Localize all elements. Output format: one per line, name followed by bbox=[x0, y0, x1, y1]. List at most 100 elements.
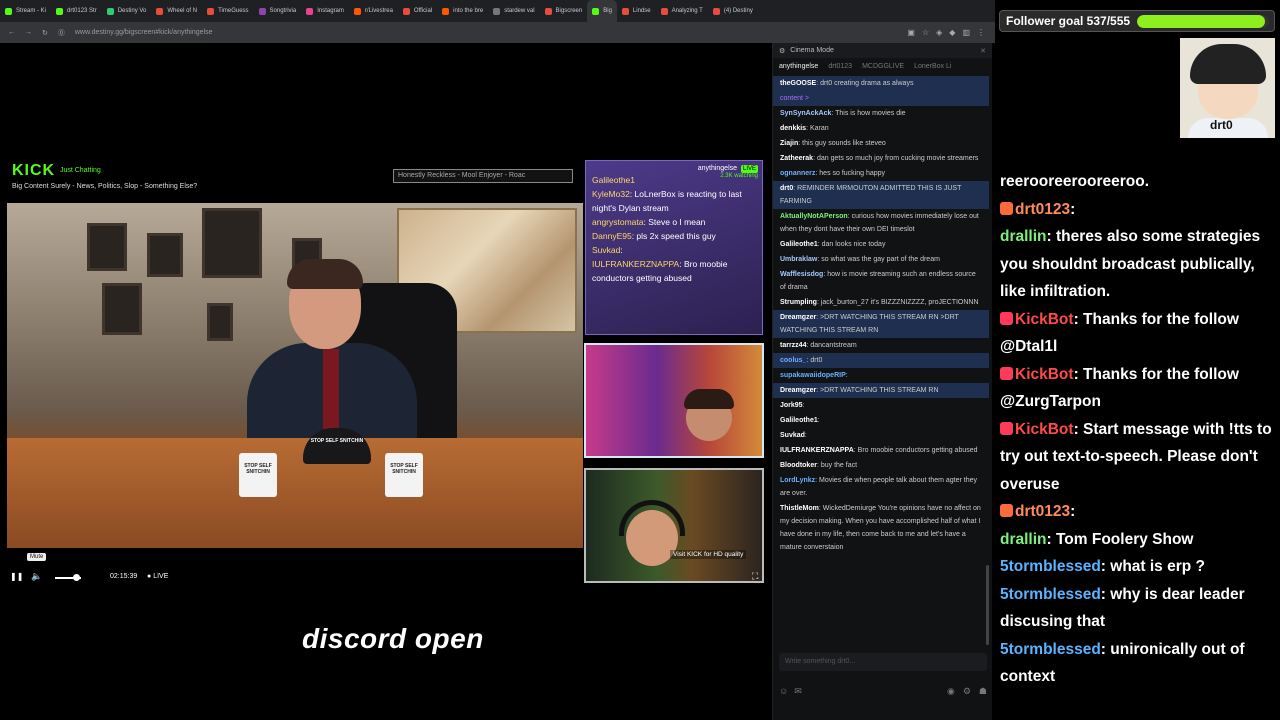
browser-tab[interactable]: Stream - Ki bbox=[0, 0, 51, 22]
tab-label: Destiny Vo bbox=[117, 8, 147, 14]
chat-message-user[interactable]: Wafflesisdog bbox=[780, 271, 823, 278]
overlay-chat-message: 5tormblessed: why is dear leader discusi… bbox=[1000, 581, 1278, 636]
user-badge-icon bbox=[1000, 311, 1013, 325]
extension-icon[interactable]: ▣ bbox=[907, 28, 915, 37]
browser-tab[interactable]: Destiny Vo bbox=[102, 0, 152, 22]
overlay-chat: reerooreerooreeroo. drt0123: drallin: ther… bbox=[1000, 168, 1278, 691]
chat-message: Ziajin: this guy sounds like steveo bbox=[773, 136, 989, 151]
browser-tab[interactable]: Instagram bbox=[301, 0, 349, 22]
chat-tab[interactable]: anythingelse bbox=[779, 63, 818, 70]
gear-icon[interactable]: ⚙ bbox=[963, 686, 971, 697]
chat-message: Galileothe1: bbox=[773, 413, 989, 428]
pause-icon[interactable]: ❚❚ bbox=[10, 572, 23, 581]
browser-tab[interactable]: Official bbox=[398, 0, 437, 22]
fullscreen-icon[interactable]: ⛶ bbox=[752, 571, 758, 582]
wall-frame bbox=[207, 303, 233, 341]
chat-tab[interactable]: drt0123 bbox=[828, 63, 852, 70]
chat-tab[interactable]: LonerBox Li bbox=[914, 63, 951, 70]
chat-message-user[interactable]: SynSynAckAck bbox=[780, 110, 831, 117]
chat-message-user[interactable]: Strumpling bbox=[780, 299, 817, 306]
video-frame[interactable]: STOP SELF SNITCHIN STOP SELF SNITCHIN ST… bbox=[7, 203, 583, 548]
chat-message-user[interactable]: Umbraklaw bbox=[780, 256, 817, 263]
desk bbox=[7, 438, 583, 548]
browser-tab[interactable]: Lindse bbox=[617, 0, 656, 22]
live-indicator[interactable]: ● LIVE bbox=[147, 573, 168, 580]
chat-message-user[interactable]: Dreamgzer bbox=[780, 314, 816, 321]
overlay-chat-user: KickBot bbox=[1015, 365, 1074, 383]
chat-message-user[interactable]: IULFRANKERZNAPPA bbox=[780, 447, 854, 454]
tab-label: Official bbox=[413, 8, 433, 14]
overlay-chat-user: drt0123 bbox=[1015, 200, 1071, 218]
chat-message-text: : >DRT WATCHING THIS STREAM RN bbox=[816, 387, 939, 394]
chat-message-user[interactable]: Jork95 bbox=[780, 402, 803, 409]
site-info-icon[interactable]: ⓪ bbox=[58, 28, 65, 38]
puzzle-icon[interactable]: ◆ bbox=[949, 28, 955, 37]
volume-icon[interactable]: 🔈 bbox=[31, 571, 42, 582]
browser-tab[interactable]: (4) Destiny bbox=[708, 0, 758, 22]
volume-knob[interactable] bbox=[72, 574, 80, 581]
sidebar-icon[interactable]: ▥ bbox=[962, 28, 970, 37]
chat-message-user[interactable]: ognannerz bbox=[780, 170, 815, 177]
chat-message-user[interactable]: theGOOSE bbox=[780, 80, 816, 87]
overlay-message: angrystomata: Steve o I mean bbox=[592, 215, 756, 229]
chat-message-text: : drt0 creating drama as always bbox=[816, 80, 914, 87]
overlay-chat-text: : what is erp ? bbox=[1100, 558, 1206, 575]
chat-message-user[interactable]: drt0 bbox=[780, 185, 793, 192]
chat-message-user[interactable]: Galileothe1 bbox=[780, 417, 818, 424]
chat-message-user[interactable]: coolus_ bbox=[780, 357, 806, 364]
tab-favicon-icon bbox=[258, 7, 266, 15]
forward-arrow-icon[interactable]: → bbox=[25, 29, 32, 36]
browser-tab[interactable]: Analyzing T bbox=[656, 0, 708, 22]
chat-settings-icon[interactable]: ⚙ bbox=[779, 47, 785, 55]
browser-tab[interactable]: into the bre bbox=[437, 0, 488, 22]
reload-icon[interactable]: ↻ bbox=[42, 29, 48, 37]
overlay-channel: anythingelse bbox=[697, 165, 738, 172]
users-icon[interactable]: ☗ bbox=[979, 686, 987, 697]
chat-message-user[interactable]: tarrzz44 bbox=[780, 342, 806, 349]
chat-scrollbar[interactable] bbox=[986, 565, 989, 645]
elapsed-time: 02:15:39 bbox=[110, 573, 138, 580]
browser-tab[interactable]: Songtrivia bbox=[254, 0, 302, 22]
chat-message-text: : bbox=[804, 432, 807, 439]
emote-icon[interactable]: ☺ bbox=[779, 686, 788, 696]
chat-message-user[interactable]: Suvkad bbox=[780, 432, 805, 439]
browser-tab[interactable]: stardew val bbox=[488, 0, 539, 22]
chat-message-user[interactable]: LordLynkz bbox=[780, 477, 815, 484]
chat-message: ThistleMom: WickedDemiurge You're opinio… bbox=[773, 501, 989, 555]
chat-message-user[interactable]: Galileothe1 bbox=[780, 241, 818, 248]
chat-message-user[interactable]: denkkis bbox=[780, 125, 806, 132]
eye-icon[interactable]: ◉ bbox=[947, 686, 955, 697]
browser-tab[interactable]: Big bbox=[587, 0, 617, 22]
chat-footer: ☺ ✉ ◉ ⚙ ☗ bbox=[779, 683, 987, 699]
chat-message: Suvkad: bbox=[773, 428, 989, 443]
chat-message-user[interactable]: Zatheerak bbox=[780, 155, 813, 162]
browser-tab[interactable]: drt0123 Str bbox=[51, 0, 102, 22]
cinema-mode-label[interactable]: Cinema Mode bbox=[790, 47, 834, 54]
chat-input[interactable]: Write something drt0... bbox=[779, 653, 987, 671]
chat-message-user[interactable]: AktuallyNotAPerson bbox=[780, 213, 848, 220]
overlay-chat-user: 5tormblessed bbox=[1000, 558, 1101, 575]
chat-message-user[interactable]: Bloodtoker bbox=[780, 462, 817, 469]
chat-message-user[interactable]: Dreamgzer bbox=[780, 387, 816, 394]
overlay-message-text: : pls 2x speed this guy bbox=[631, 231, 716, 241]
chat-tab[interactable]: MCDGGLIVE bbox=[862, 63, 904, 70]
hd-notice[interactable]: Visit KICK for HD quality bbox=[670, 550, 747, 559]
bookmark-star-icon[interactable]: ☆ bbox=[922, 28, 929, 37]
chat-message-user[interactable]: supakawaiidopeRIP bbox=[780, 372, 846, 379]
browser-tab[interactable]: Bigscreen bbox=[540, 0, 588, 22]
shield-icon[interactable]: ◈ bbox=[936, 28, 942, 37]
chat-message-user[interactable]: Ziajin bbox=[780, 140, 798, 147]
menu-dots-icon[interactable]: ⋮ bbox=[977, 28, 985, 37]
overlay-chat-message: drallin: Tom Foolery Show bbox=[1000, 526, 1278, 554]
chat-message-user[interactable]: ThistleMom bbox=[780, 505, 819, 512]
url-field[interactable]: www.destiny.gg/bigscreen#kick/anythingel… bbox=[75, 29, 213, 36]
whisper-icon[interactable]: ✉ bbox=[794, 686, 802, 697]
overlay-message-text: : Steve o I mean bbox=[643, 217, 706, 227]
stream-category[interactable]: Just Chatting bbox=[60, 167, 101, 174]
chat-close-icon[interactable]: ✕ bbox=[980, 47, 992, 55]
browser-tab[interactable]: Wheel of N bbox=[151, 0, 202, 22]
chat-message: ognannerz: hes so fucking happy bbox=[773, 166, 989, 181]
browser-tab[interactable]: TimeGuess bbox=[202, 0, 253, 22]
browser-tab[interactable]: r/Livestrea bbox=[349, 0, 398, 22]
back-arrow-icon[interactable]: ← bbox=[8, 29, 15, 36]
